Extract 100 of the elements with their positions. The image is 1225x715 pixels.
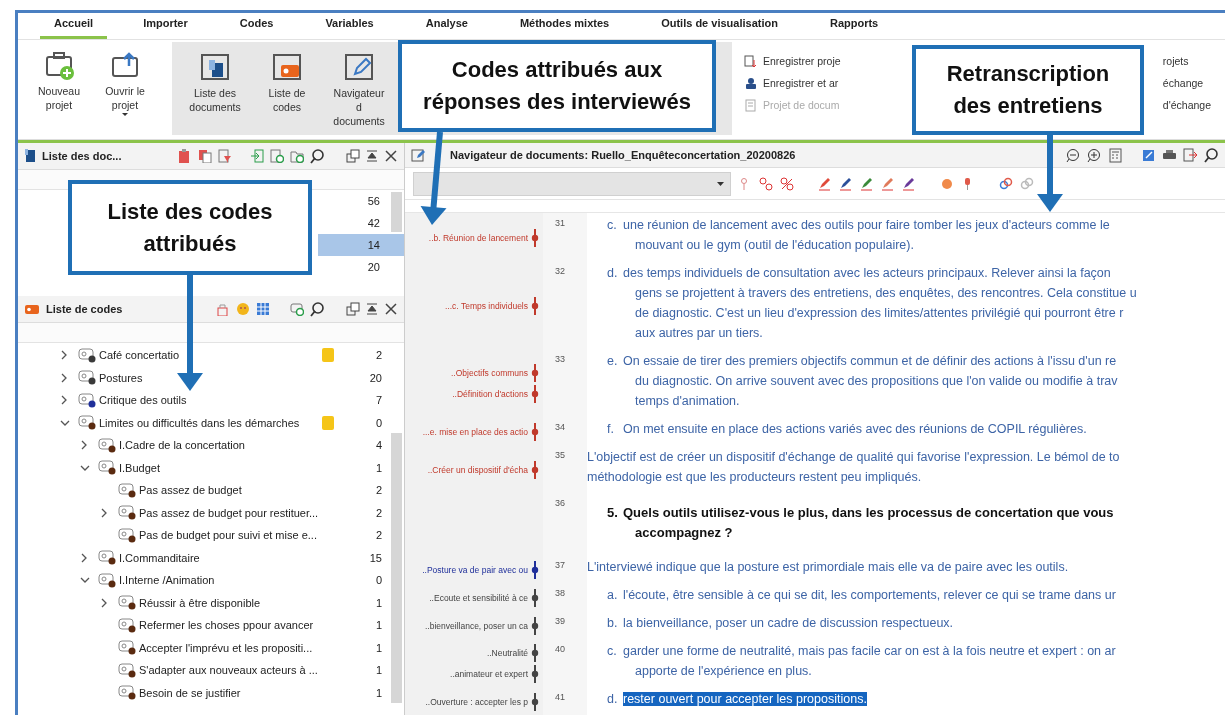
ribbon-button[interactable]: Nouveau projet (26, 40, 92, 139)
transcript-text: gens se projettent à travers des entretiens, des enquêtes, des rencontres. Cela constitue u (635, 286, 1137, 300)
ribbon-button[interactable]: d'échange (1162, 97, 1211, 114)
ribbon-tab[interactable]: Analyse (423, 14, 470, 39)
ribbon-tab[interactable]: Méthodes mixtes (517, 14, 612, 39)
ribbon-button[interactable]: Enregistrer proje (744, 54, 841, 70)
ribbon-button[interactable]: échange (1162, 75, 1211, 92)
code-icon (78, 392, 96, 408)
code-row[interactable]: I.Cadre de la concertation 4 (18, 434, 404, 457)
coded-segment[interactable]: ..Créer un dispositif d'écha (427, 461, 539, 479)
dropdown-field[interactable] (413, 171, 731, 196)
ribbon-tab[interactable]: Rapports (827, 14, 881, 39)
search-icon[interactable] (310, 148, 324, 164)
new-folder-icon[interactable] (290, 149, 304, 163)
search-icon[interactable] (310, 301, 324, 317)
ribbon-button[interactable]: Liste des documents (182, 42, 248, 135)
line-number: 38 (543, 583, 587, 611)
ribbon-tab[interactable]: Importer (141, 14, 190, 39)
ribbon-tab[interactable]: Codes (237, 14, 276, 39)
scrollbar[interactable] (391, 192, 402, 232)
document-row[interactable]: 42 (318, 212, 404, 234)
transcript-text: temps d'animation. (635, 394, 740, 408)
highlighter-icon[interactable] (860, 176, 874, 191)
coded-segment[interactable]: ..animateur et expert (450, 665, 539, 684)
code-row[interactable]: Refermer les choses ppour avancer 1 (18, 614, 404, 637)
code-count: 4 (375, 438, 382, 453)
code-row[interactable]: Critique des outils 7 (18, 389, 404, 412)
coded-segment[interactable]: ..Ecoute et sensibilité à ce (429, 589, 539, 607)
code-row[interactable]: Pas assez de budget pour restituer... 2 (18, 501, 404, 524)
panel-title: Liste de codes (46, 301, 123, 317)
code-row[interactable]: I.Interne /Animation 0 (18, 569, 404, 592)
list-marker: e. (606, 353, 619, 370)
coded-segment[interactable]: ..Posture va de pair avec ou (422, 561, 539, 579)
coded-segment[interactable]: ..Objectifs communs (451, 364, 539, 383)
edit-icon[interactable] (1141, 147, 1156, 163)
highlighter-icon[interactable] (839, 176, 853, 191)
code-row[interactable]: Réussir à être disponible 1 (18, 591, 404, 614)
ribbon-button[interactable]: Enregistrer et ar (744, 75, 841, 92)
code-icon (118, 640, 136, 656)
filter-icon[interactable] (218, 149, 232, 163)
table-icon[interactable] (256, 302, 270, 316)
highlighter-icon[interactable] (818, 176, 832, 191)
ribbon-button[interactable]: Ouvrir le projet (92, 40, 158, 139)
code-row[interactable]: Pas de budget pour suivi et mise e... 2 (18, 524, 404, 547)
coded-segment[interactable]: ..Ouverture : accepter les p (425, 693, 539, 711)
search-icon[interactable] (1204, 147, 1219, 163)
transcript-text: mouvant ou le gym (outil de l'éducation populaire). (635, 238, 914, 252)
scrollbar[interactable] (391, 433, 402, 703)
code-icon (118, 482, 136, 498)
code-row[interactable]: S'adapter aux nouveaux acteurs à ... 1 (18, 659, 404, 682)
code-row[interactable]: Accepter l'imprévu et les propositi... 1 (18, 636, 404, 659)
collapse-icon[interactable] (366, 302, 378, 316)
ribbon-tab[interactable]: Variables (323, 14, 376, 39)
question-text: accompagnez ? (635, 525, 733, 540)
new-code-icon[interactable] (290, 302, 304, 316)
ribbon-tab[interactable]: Accueil (40, 14, 108, 39)
close-icon[interactable] (384, 149, 398, 163)
ribbon-button[interactable]: rojets (1162, 54, 1211, 70)
code-unlink-icon[interactable] (780, 176, 794, 191)
undock-icon[interactable] (346, 302, 360, 316)
export-icon[interactable] (1183, 147, 1198, 163)
document-row[interactable]: 56 (318, 190, 404, 212)
document-row[interactable]: 20 (318, 256, 404, 278)
code-row[interactable]: Postures 20 (18, 366, 404, 389)
code-link-icon[interactable] (759, 176, 773, 191)
caret-icon[interactable] (121, 112, 129, 118)
copy-icon[interactable] (198, 149, 212, 163)
coded-segment[interactable]: ..bienveillance, poser un ca (425, 617, 539, 635)
code-row[interactable]: I.Budget 1 (18, 456, 404, 479)
undock-icon[interactable] (346, 149, 360, 163)
new-document-icon[interactable] (270, 149, 284, 163)
import-icon[interactable] (250, 149, 264, 163)
link-icon[interactable] (999, 176, 1013, 191)
question-text: Quels outils utilisez-vous le plus, dans les processus de concertation que vous (623, 505, 1114, 520)
coded-segment[interactable]: ..b. Réunion de lancement (428, 229, 539, 247)
ribbon-button[interactable]: Liste de codes (254, 42, 320, 135)
caret-icon[interactable] (717, 181, 724, 186)
code-label: I.Interne /Animation (119, 573, 215, 588)
transcript-text: apporte de l'expérience en plus. (635, 664, 812, 678)
coded-segment[interactable]: ..Neutralité (486, 644, 539, 663)
collapse-icon[interactable] (366, 149, 378, 163)
code-row[interactable]: Besoin de se justifier 1 (18, 681, 404, 704)
document-row[interactable]: 14 (318, 234, 404, 256)
ribbon-button[interactable]: Navigateur d documents (326, 42, 392, 135)
coded-segment[interactable]: ..Définition d'actions (452, 385, 539, 404)
code-row[interactable]: I.Commanditaire 15 (18, 546, 404, 569)
highlighter-icon[interactable] (902, 176, 916, 191)
clipboard-icon[interactable] (178, 149, 192, 163)
zoom-in-icon[interactable] (1087, 147, 1102, 163)
coded-segment[interactable]: ...e. mise en place des actio (422, 423, 539, 441)
transcript-text: On met ensuite en place des actions variés avec des réunions de COPIL régulières. (623, 422, 1087, 436)
code-row[interactable]: Pas assez de budget 2 (18, 479, 404, 502)
ribbon-tab[interactable]: Outils de visualisation (659, 14, 780, 39)
close-icon[interactable] (384, 302, 398, 316)
coded-segment[interactable]: ...c. Temps individuels (445, 297, 539, 315)
code-count: 20 (369, 370, 382, 386)
code-row[interactable]: Café concertatio 2 (18, 344, 404, 367)
code-row[interactable]: Limites ou difficultés dans les démarches 0 (18, 411, 404, 434)
code-label: Pas assez de budget pour restituer... (139, 505, 319, 521)
zoom-out-icon[interactable] (1066, 147, 1081, 163)
